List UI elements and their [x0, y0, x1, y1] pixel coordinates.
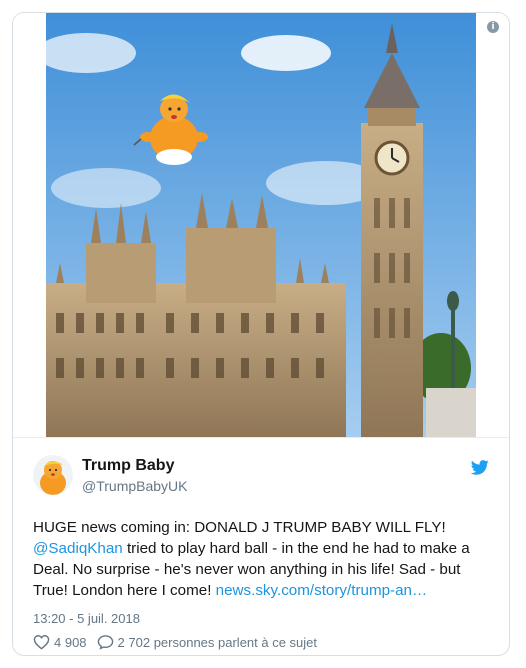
mention-link[interactable]: @SadiqKhan — [33, 540, 123, 557]
tweet-text-part1: HUGE news coming in: DONALD J TRUMP BABY… — [33, 519, 446, 536]
timestamp[interactable]: 13:20 - 5 juil. 2018 — [33, 611, 140, 626]
info-icon[interactable]: i — [487, 21, 499, 33]
avatar-image — [40, 461, 66, 495]
discussion-text: 2 702 personnes parlent à ce sujet — [117, 634, 318, 650]
media-image — [46, 13, 476, 437]
author-name[interactable]: Trump Baby — [82, 457, 174, 475]
heart-icon — [33, 635, 50, 650]
article-link[interactable]: news.sky.com/story/trump-an… — [216, 582, 428, 599]
tweet-card[interactable]: i Trump Baby @TrumpBabyUK HUGE news comi… — [12, 12, 510, 656]
author-handle[interactable]: @TrumpBabyUK — [82, 478, 188, 494]
tweet-text: HUGE news coming in: DONALD J TRUMP BABY… — [33, 517, 493, 601]
tweet-body: Trump Baby @TrumpBabyUK HUGE news coming… — [13, 437, 509, 655]
avatar[interactable] — [33, 455, 73, 495]
like-button[interactable]: 4 908 — [33, 634, 87, 650]
tweet-actions: 4 908 2 702 personnes parlent à ce sujet — [33, 634, 327, 650]
tweet-media[interactable]: i — [13, 13, 509, 437]
like-count: 4 908 — [54, 634, 87, 650]
reply-button[interactable]: 2 702 personnes parlent à ce sujet — [97, 634, 317, 650]
twitter-bird-icon[interactable] — [471, 460, 489, 475]
speech-bubble-icon — [97, 635, 113, 650]
